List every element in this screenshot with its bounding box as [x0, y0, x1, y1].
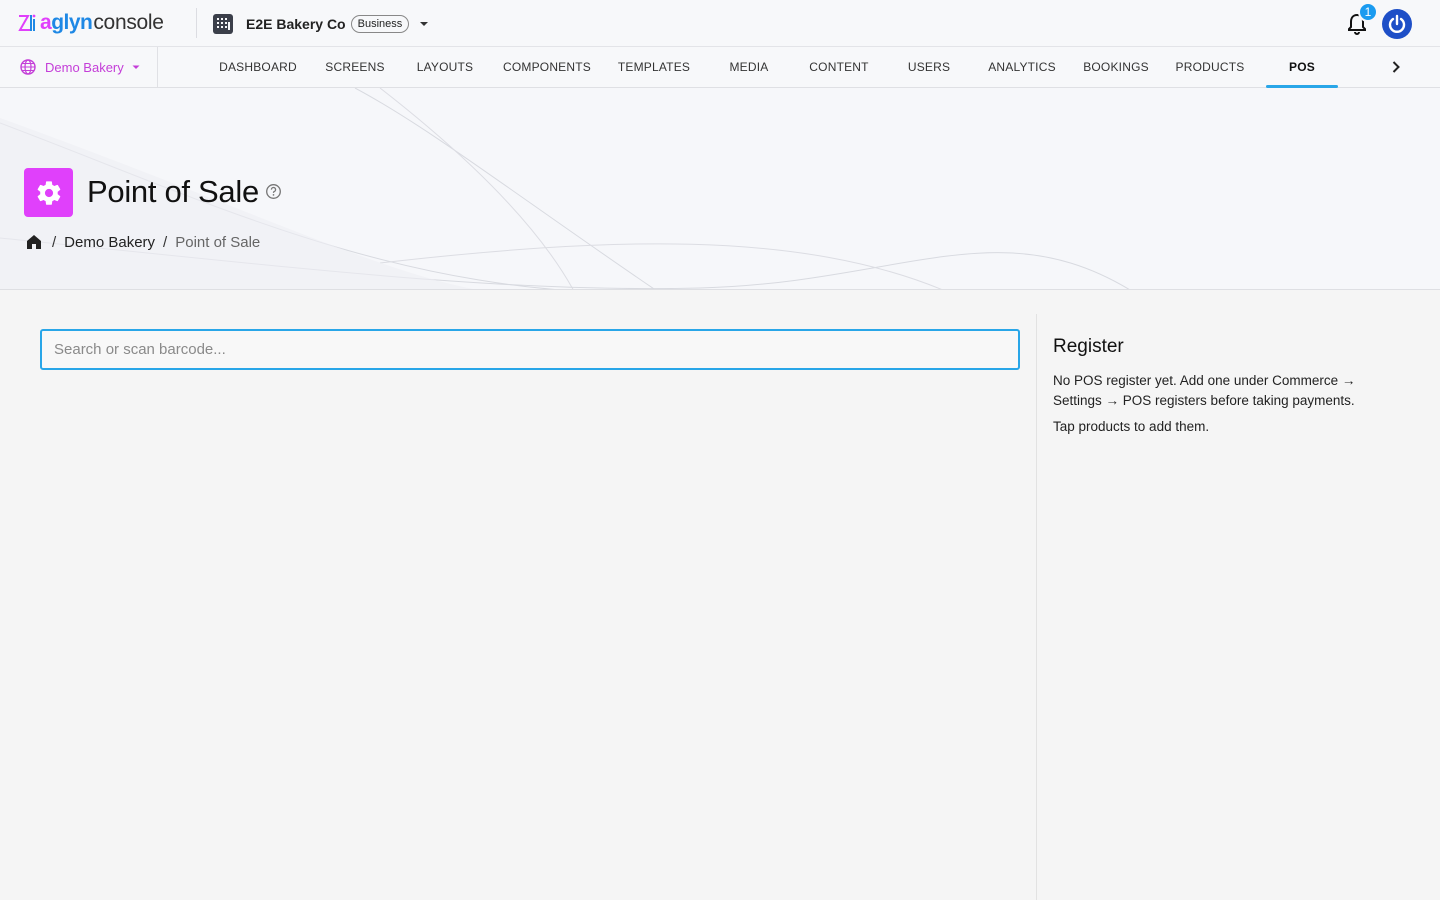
register-hint: Tap products to add them.	[1053, 419, 1210, 434]
notification-count: 1	[1358, 2, 1378, 22]
breadcrumb-current: Point of Sale	[175, 233, 261, 251]
logo-icon	[18, 14, 36, 31]
breadcrumb-site[interactable]: Demo Bakery	[64, 234, 155, 251]
brand-name: aglyn	[40, 11, 93, 34]
brand-console: console	[93, 11, 164, 34]
tab-content[interactable]: CONTENT	[800, 47, 878, 87]
org-name: E2E Bakery Co	[246, 16, 346, 32]
tab-layouts[interactable]: LAYOUTS	[408, 47, 482, 87]
page-title: Point of Sale	[87, 174, 259, 209]
org-switcher[interactable]: E2E Bakery Co Business	[211, 11, 431, 37]
tab-dashboard[interactable]: DASHBOARD	[214, 47, 302, 87]
caret-down-icon	[132, 65, 140, 69]
page-header: Point of Sale / Demo Bakery / Point of S…	[0, 88, 1440, 290]
tab-screens[interactable]: SCREENS	[318, 47, 392, 87]
tab-products[interactable]: PRODUCTS	[1170, 47, 1250, 87]
home-icon[interactable]	[24, 232, 44, 252]
site-selector-label: Demo Bakery	[45, 59, 124, 75]
breadcrumb-separator: /	[52, 233, 57, 251]
plan-badge: Business	[350, 15, 410, 33]
top-bar: aglyn console E2E Bakery Co Business 1	[0, 0, 1440, 47]
tab-pos[interactable]: POS	[1266, 47, 1338, 88]
help-icon[interactable]	[265, 183, 282, 200]
tab-templates[interactable]: TEMPLATES	[611, 47, 697, 87]
register-panel: Register No POS register yet. Add one un…	[1037, 290, 1440, 900]
register-title: Register	[1053, 336, 1124, 357]
tab-users[interactable]: USERS	[896, 47, 962, 87]
search-input[interactable]	[42, 331, 1018, 368]
tab-media[interactable]: MEDIA	[716, 47, 782, 87]
gear-icon	[37, 180, 60, 205]
account-button[interactable]	[1382, 9, 1412, 39]
app-logo[interactable]: aglyn console	[16, 10, 164, 36]
breadcrumb-separator: /	[163, 233, 168, 251]
page-icon	[24, 168, 73, 217]
chevron-right-icon[interactable]	[1384, 55, 1408, 79]
chevron-down-icon	[420, 22, 429, 26]
search-box[interactable]	[40, 329, 1020, 370]
site-selector[interactable]: Demo Bakery	[0, 47, 158, 87]
main-nav: Demo Bakery DASHBOARD SCREENS LAYOUTS CO…	[0, 47, 1440, 88]
tab-components[interactable]: COMPONENTS	[497, 47, 597, 87]
tab-analytics[interactable]: ANALYTICS	[981, 47, 1063, 87]
register-message: No POS register yet. Add one under Comme…	[1053, 373, 1356, 408]
breadcrumb: / Demo Bakery / Point of Sale	[24, 231, 260, 253]
building-icon	[213, 14, 233, 34]
tab-bookings[interactable]: BOOKINGS	[1078, 47, 1154, 87]
power-icon	[1388, 14, 1406, 33]
globe-icon	[20, 59, 36, 75]
product-panel	[0, 290, 1036, 900]
header-divider	[196, 8, 197, 38]
